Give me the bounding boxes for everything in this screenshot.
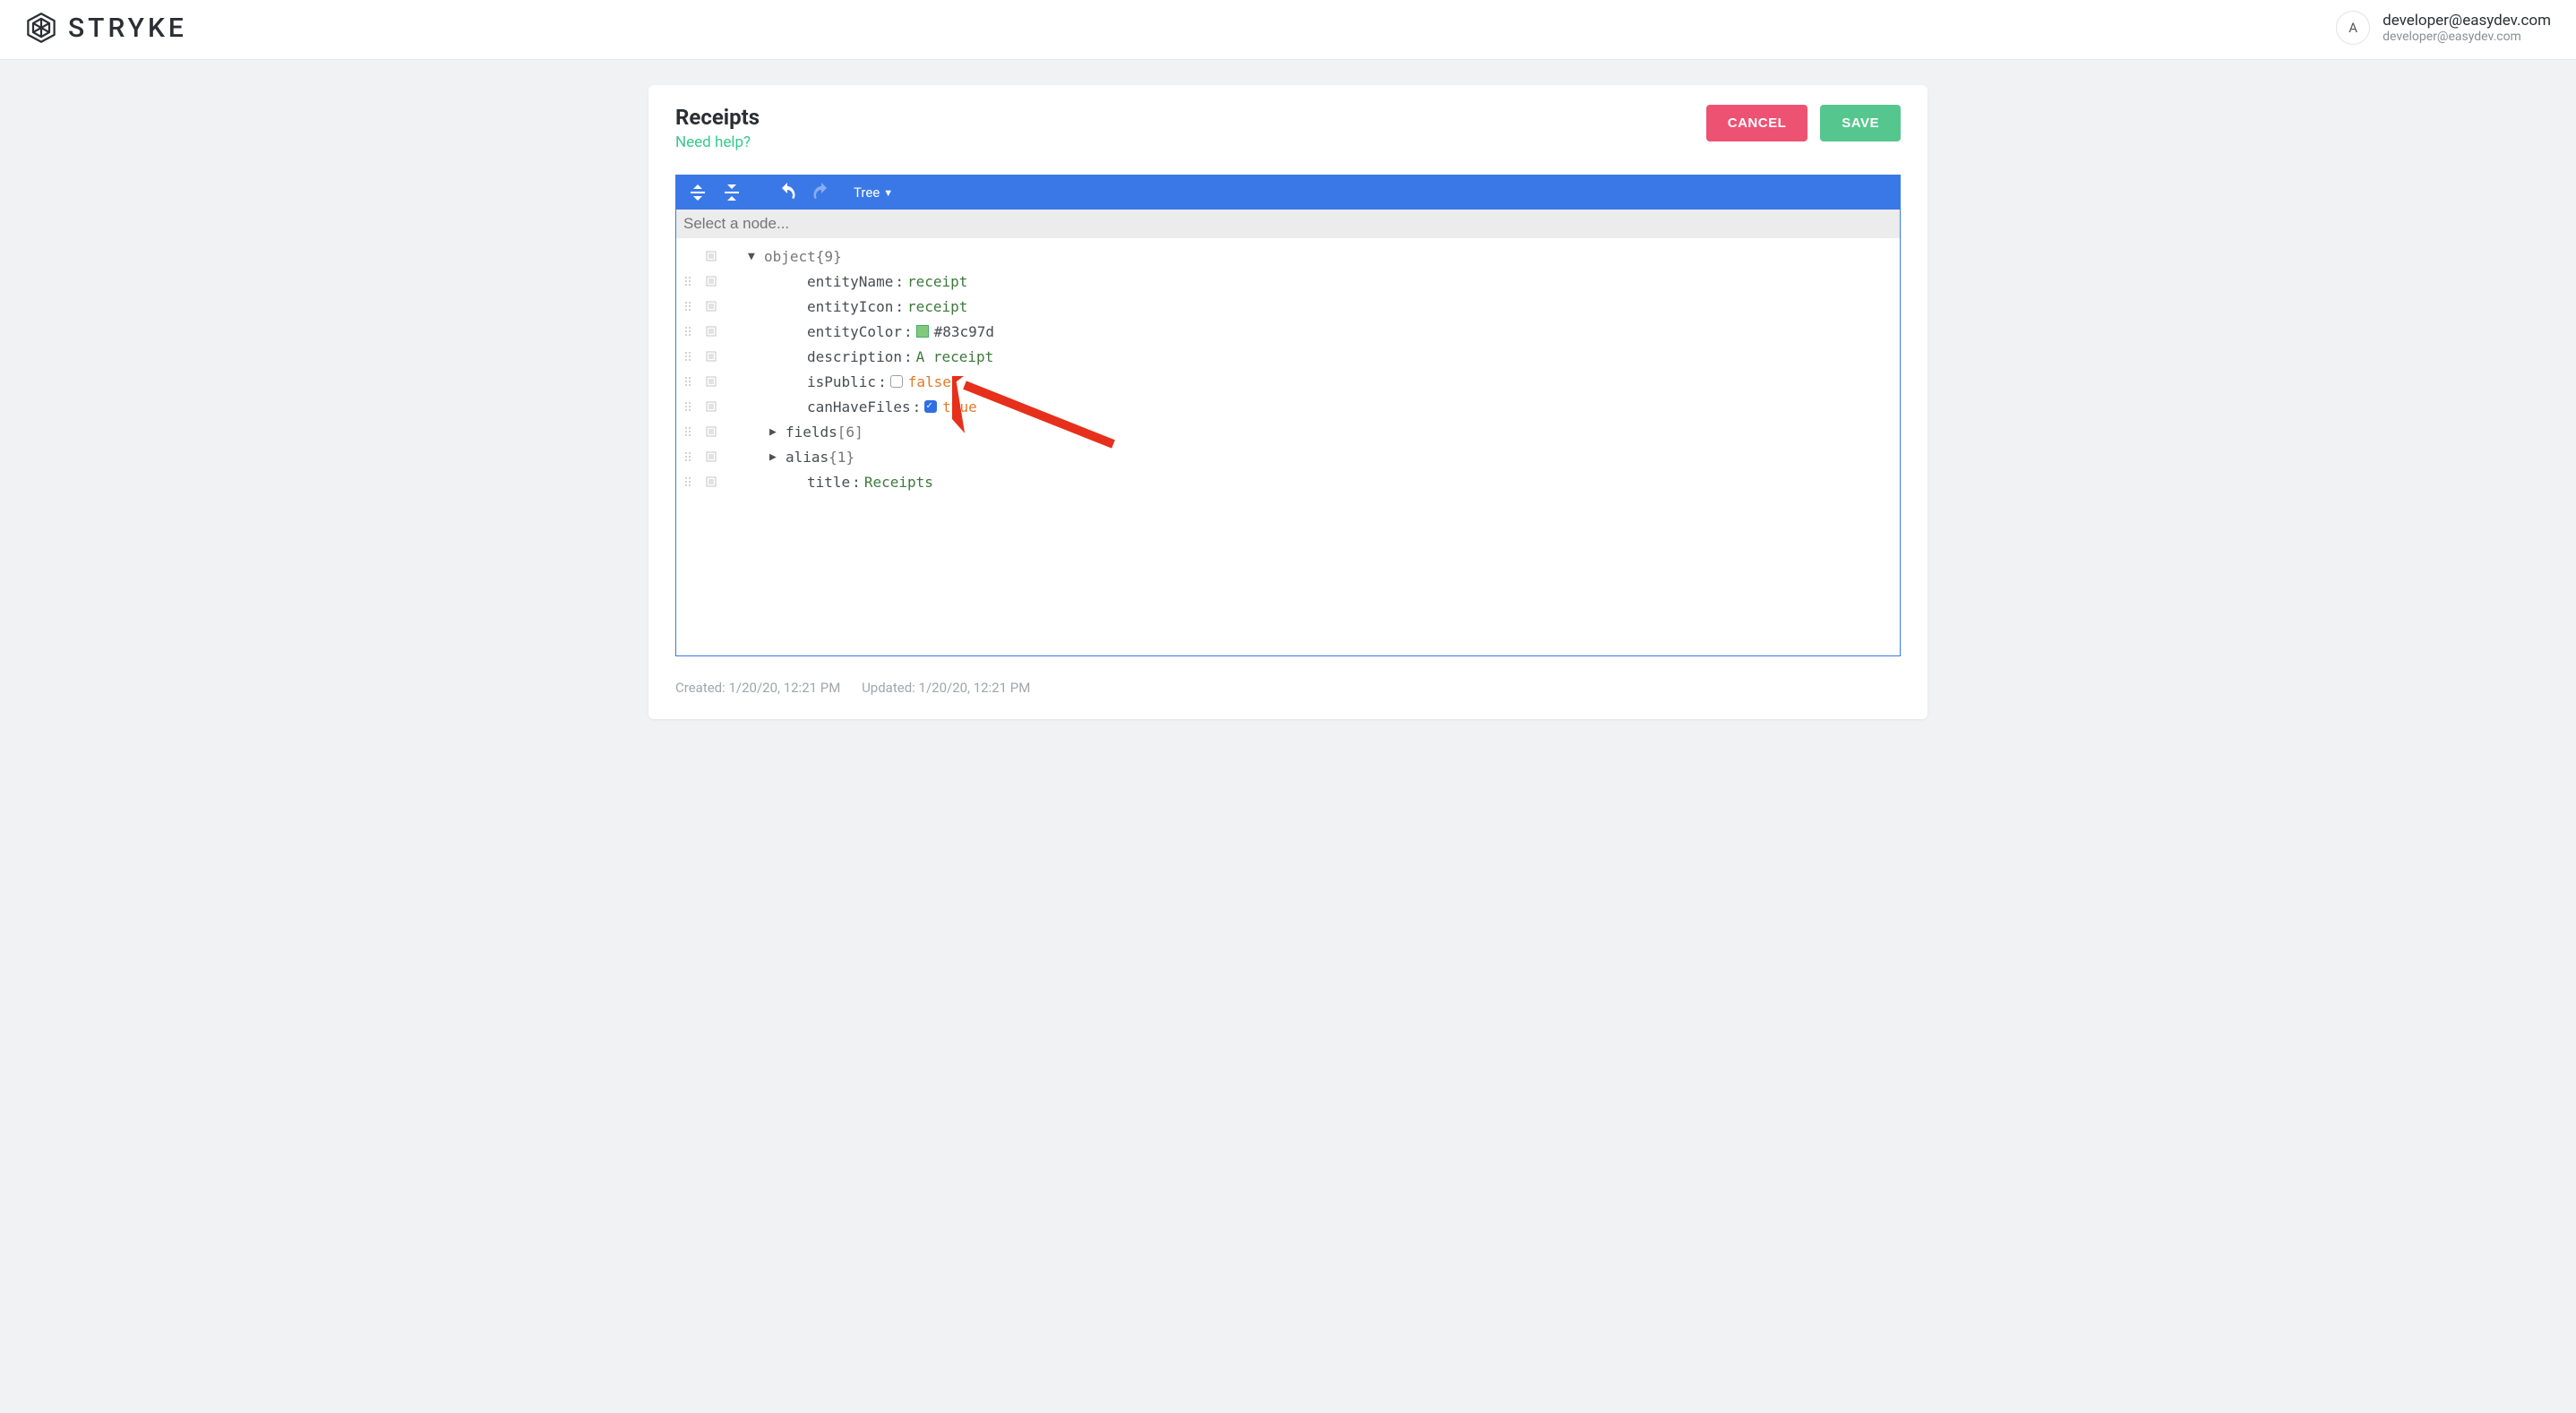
updated-timestamp: Updated: 1/20/20, 12:21 PM xyxy=(862,680,1030,696)
brand-logo-icon xyxy=(25,12,57,44)
tree-value[interactable]: #83c97d xyxy=(934,323,994,340)
tree-key[interactable]: isPublic xyxy=(807,373,876,390)
row-menu-icon[interactable] xyxy=(705,325,717,338)
drag-handle-icon[interactable] xyxy=(683,450,696,463)
tree-key[interactable]: title xyxy=(807,474,850,491)
tree-value[interactable]: receipt xyxy=(907,273,967,290)
toggle-icon[interactable]: ▼ xyxy=(748,250,764,263)
drag-handle-icon[interactable] xyxy=(683,425,696,438)
tree-key[interactable]: entityColor xyxy=(807,323,902,340)
app-header: STRYKE A developer@easydev.com developer… xyxy=(0,0,2576,60)
tree-root-type: object xyxy=(764,248,816,265)
created-timestamp: Created: 1/20/20, 12:21 PM xyxy=(675,680,840,696)
tree-row[interactable]: entityName:receipt xyxy=(676,269,1900,294)
row-menu-icon[interactable] xyxy=(705,425,717,438)
tree-row[interactable]: title:Receipts xyxy=(676,469,1900,494)
node-search-input[interactable] xyxy=(676,210,1900,238)
drag-handle-icon[interactable] xyxy=(683,300,696,313)
bool-checkbox[interactable] xyxy=(890,375,903,388)
row-menu-icon[interactable] xyxy=(705,375,717,388)
json-tree: ▼object {9}entityName:receiptentityIcon:… xyxy=(676,238,1900,655)
editor-card: Receipts Need help? CANCEL SAVE xyxy=(648,85,1928,719)
editor-toolbar: Tree ▼ xyxy=(676,176,1900,210)
tree-root-count: {9} xyxy=(816,248,842,265)
drag-handle-icon[interactable] xyxy=(683,475,696,488)
drag-handle-icon[interactable] xyxy=(683,350,696,363)
row-menu-icon[interactable] xyxy=(705,275,717,287)
tree-key[interactable]: description xyxy=(807,348,902,365)
tree-row[interactable]: entityIcon:receipt xyxy=(676,294,1900,319)
view-mode-label: Tree xyxy=(854,184,880,201)
color-swatch[interactable] xyxy=(916,325,929,338)
row-menu-icon[interactable] xyxy=(705,475,717,488)
user-email-secondary: developer@easydev.com xyxy=(2383,30,2551,44)
tree-row[interactable]: ▼object {9} xyxy=(676,244,1900,269)
tree-row[interactable]: ▶fields [6] xyxy=(676,419,1900,444)
view-mode-dropdown[interactable]: Tree ▼ xyxy=(854,184,893,201)
collapse-all-icon[interactable] xyxy=(721,182,743,203)
page-title: Receipts xyxy=(675,105,760,130)
timestamps: Created: 1/20/20, 12:21 PM Updated: 1/20… xyxy=(675,680,1901,696)
tree-key[interactable]: alias xyxy=(786,449,829,466)
cancel-button[interactable]: CANCEL xyxy=(1706,105,1808,141)
avatar: A xyxy=(2336,11,2370,45)
undo-icon[interactable] xyxy=(777,182,798,203)
toggle-icon[interactable]: ▶ xyxy=(769,450,786,464)
row-menu-icon[interactable] xyxy=(705,450,717,463)
tree-key[interactable]: entityName xyxy=(807,273,893,290)
user-block[interactable]: A developer@easydev.com developer@easyde… xyxy=(2336,11,2551,45)
tree-key[interactable]: canHaveFiles xyxy=(807,398,911,415)
json-editor: Tree ▼ ▼object {9}entityName:receiptenti… xyxy=(675,175,1901,656)
tree-value[interactable]: true xyxy=(942,398,977,415)
redo-icon xyxy=(811,182,832,203)
node-search-row xyxy=(676,210,1900,238)
brand-name: STRYKE xyxy=(68,13,187,44)
tree-value[interactable]: receipt xyxy=(907,298,967,315)
drag-handle-icon[interactable] xyxy=(683,325,696,338)
save-button[interactable]: SAVE xyxy=(1820,105,1901,141)
tree-value[interactable]: Receipts xyxy=(864,474,933,491)
row-menu-icon[interactable] xyxy=(705,300,717,313)
tree-row[interactable]: description:A receipt xyxy=(676,344,1900,369)
tree-row[interactable]: isPublic:false xyxy=(676,369,1900,394)
tree-value[interactable]: A receipt xyxy=(916,348,994,365)
tree-row[interactable]: canHaveFiles:true xyxy=(676,394,1900,419)
row-menu-icon[interactable] xyxy=(705,250,717,262)
expand-all-icon[interactable] xyxy=(687,182,708,203)
tree-key[interactable]: fields xyxy=(786,424,837,441)
toggle-icon[interactable]: ▶ xyxy=(769,425,786,439)
tree-count: [6] xyxy=(837,424,863,441)
tree-row[interactable]: entityColor:#83c97d xyxy=(676,319,1900,344)
brand: STRYKE xyxy=(25,12,187,44)
drag-handle-icon[interactable] xyxy=(683,275,696,287)
row-menu-icon[interactable] xyxy=(705,350,717,363)
row-menu-icon[interactable] xyxy=(705,400,717,413)
user-email-primary: developer@easydev.com xyxy=(2383,12,2551,30)
drag-handle-icon[interactable] xyxy=(683,375,696,388)
tree-row[interactable]: ▶alias {1} xyxy=(676,444,1900,469)
bool-checkbox[interactable] xyxy=(924,400,937,413)
chevron-down-icon: ▼ xyxy=(883,187,893,199)
tree-key[interactable]: entityIcon xyxy=(807,298,893,315)
tree-value[interactable]: false xyxy=(908,373,951,390)
tree-count: {1} xyxy=(829,449,854,466)
drag-handle-icon[interactable] xyxy=(683,400,696,413)
help-link[interactable]: Need help? xyxy=(675,133,760,151)
